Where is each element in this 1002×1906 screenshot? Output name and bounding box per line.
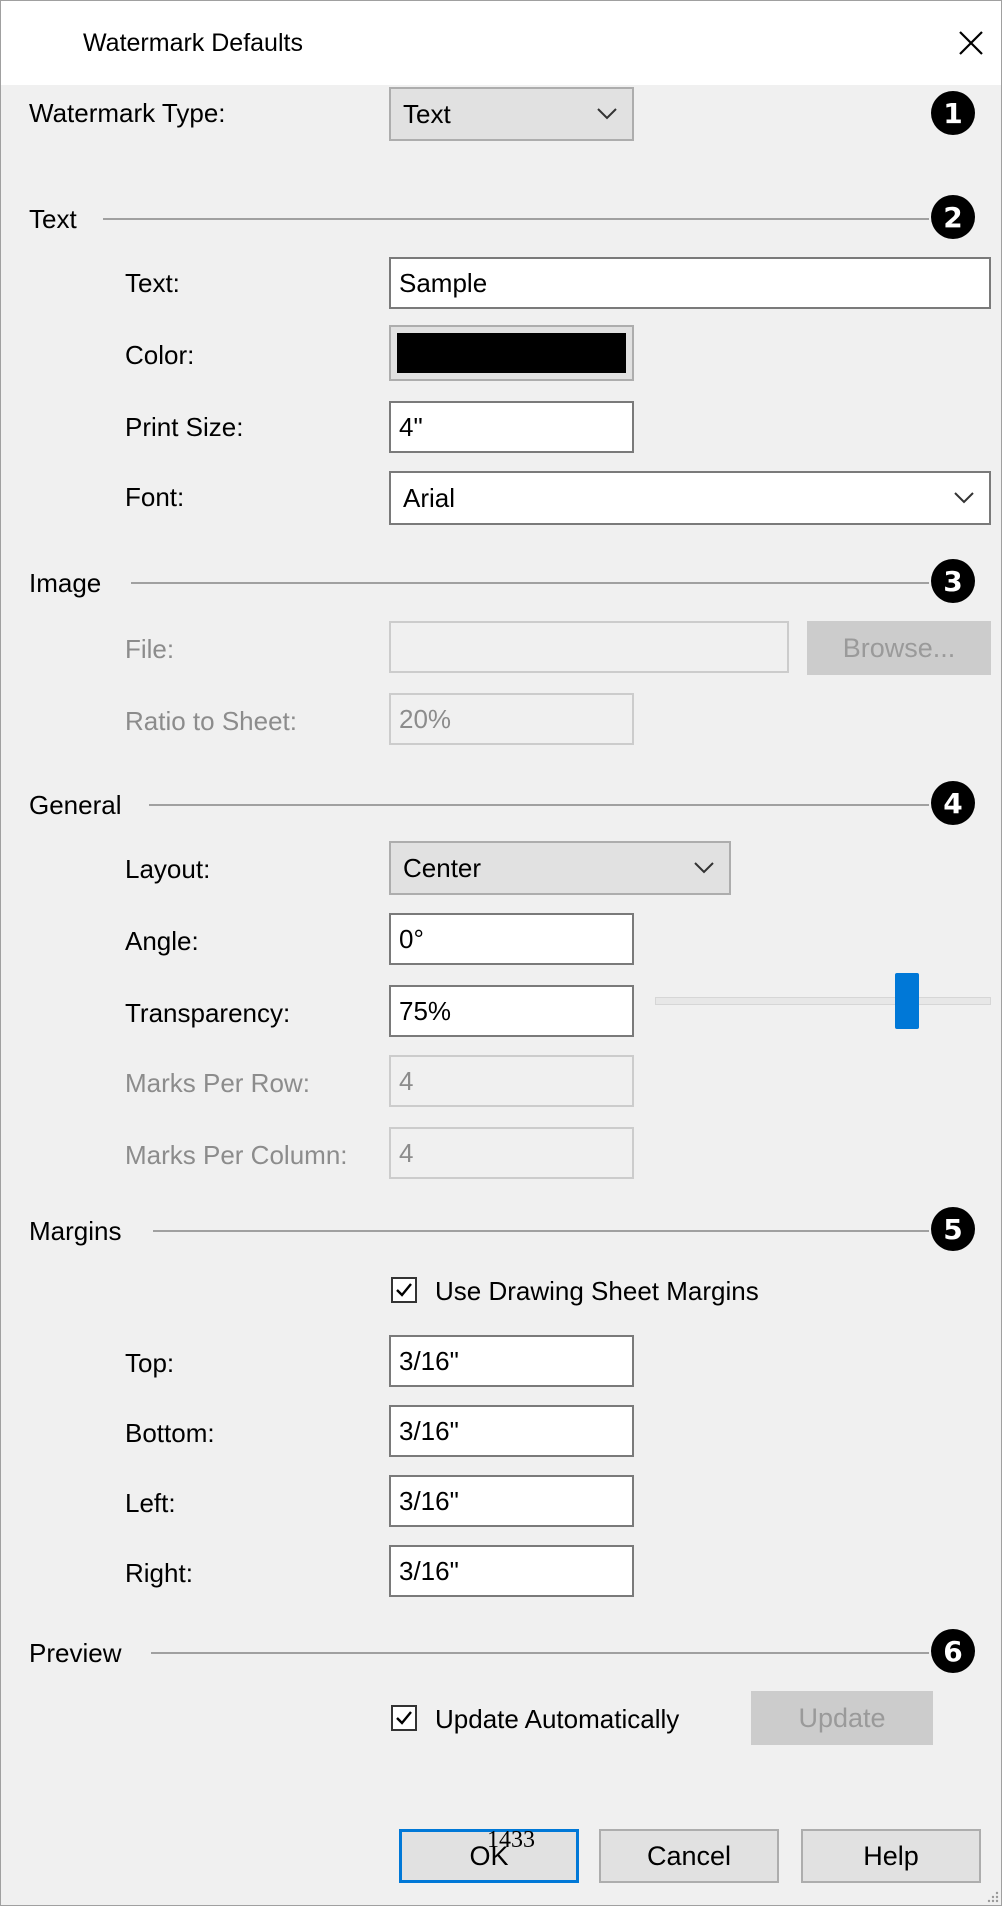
title-bar: Watermark Defaults bbox=[1, 1, 1001, 85]
watermark-type-label: Watermark Type: bbox=[29, 98, 226, 128]
cancel-button[interactable]: Cancel bbox=[599, 1829, 779, 1883]
checkmark-icon bbox=[396, 1711, 412, 1725]
color-label: Color: bbox=[125, 340, 195, 370]
update-automatically-label[interactable]: Update Automatically bbox=[435, 1703, 679, 1735]
update-automatically-checkbox[interactable] bbox=[391, 1705, 417, 1731]
ratio-to-sheet-label: Ratio to Sheet: bbox=[125, 706, 297, 736]
layout-select[interactable]: Center bbox=[389, 841, 731, 895]
layout-value: Center bbox=[403, 853, 482, 883]
ratio-to-sheet-input[interactable]: 20% bbox=[389, 693, 634, 745]
callout-badge-4: 4 bbox=[931, 781, 975, 825]
watermark-defaults-dialog: Watermark Defaults Watermark Type: Text … bbox=[0, 0, 1002, 1906]
section-divider bbox=[153, 1230, 929, 1232]
watermark-type-value: Text bbox=[403, 99, 451, 129]
transparency-label: Transparency: bbox=[125, 998, 291, 1028]
bottom-margin-label: Bottom: bbox=[125, 1418, 215, 1448]
callout-badge-5: 5 bbox=[931, 1207, 975, 1251]
color-swatch bbox=[397, 333, 626, 373]
marks-per-column-input[interactable]: 4 bbox=[389, 1127, 634, 1179]
use-sheet-margins-label[interactable]: Use Drawing Sheet Margins bbox=[435, 1275, 759, 1307]
angle-input[interactable]: 0° bbox=[389, 913, 634, 965]
text-section-heading: Text bbox=[29, 204, 77, 234]
close-icon bbox=[959, 31, 983, 55]
update-button[interactable]: Update bbox=[751, 1691, 933, 1745]
file-label: File: bbox=[125, 634, 175, 664]
help-button[interactable]: Help bbox=[801, 1829, 981, 1883]
right-margin-label: Right: bbox=[125, 1558, 193, 1588]
marks-per-row-input[interactable]: 4 bbox=[389, 1055, 634, 1107]
section-divider bbox=[151, 1652, 929, 1654]
left-margin-input[interactable]: 3/16" bbox=[389, 1475, 634, 1527]
print-size-label: Print Size: bbox=[125, 412, 244, 442]
callout-badge-6: 6 bbox=[931, 1629, 975, 1673]
dialog-title: Watermark Defaults bbox=[83, 29, 303, 57]
chevron-down-icon bbox=[694, 862, 714, 874]
marks-per-row-label: Marks Per Row: bbox=[125, 1068, 310, 1098]
file-input[interactable] bbox=[389, 621, 789, 673]
chevron-down-icon bbox=[954, 492, 974, 504]
transparency-input[interactable]: 75% bbox=[389, 985, 634, 1037]
transparency-slider-track[interactable] bbox=[655, 997, 991, 1005]
bottom-margin-input[interactable]: 3/16" bbox=[389, 1405, 634, 1457]
chevron-down-icon bbox=[597, 108, 617, 120]
callout-badge-3: 3 bbox=[931, 559, 975, 603]
color-picker-button[interactable] bbox=[389, 325, 634, 381]
font-label: Font: bbox=[125, 482, 185, 512]
layout-label: Layout: bbox=[125, 854, 211, 884]
watermark-type-select[interactable]: Text bbox=[389, 87, 634, 141]
margins-section-heading: Margins bbox=[29, 1216, 122, 1246]
text-input[interactable]: Sample bbox=[389, 257, 991, 309]
checkmark-icon bbox=[396, 1283, 412, 1297]
top-margin-input[interactable]: 3/16" bbox=[389, 1335, 634, 1387]
right-margin-input[interactable]: 3/16" bbox=[389, 1545, 634, 1597]
angle-label: Angle: bbox=[125, 926, 199, 956]
top-margin-label: Top: bbox=[125, 1348, 175, 1378]
image-section-heading: Image bbox=[29, 568, 102, 598]
font-select[interactable]: Arial bbox=[389, 471, 991, 525]
print-size-input[interactable]: 4" bbox=[389, 401, 634, 453]
section-divider bbox=[131, 582, 929, 584]
left-margin-label: Left: bbox=[125, 1488, 176, 1518]
marks-per-column-label: Marks Per Column: bbox=[125, 1140, 348, 1170]
callout-badge-2: 2 bbox=[931, 195, 975, 239]
transparency-slider-thumb[interactable] bbox=[895, 973, 919, 1029]
page-number: 1433 bbox=[487, 1827, 535, 1853]
preview-section-heading: Preview bbox=[29, 1638, 122, 1668]
resize-grip-icon[interactable] bbox=[985, 1889, 999, 1903]
general-section-heading: General bbox=[29, 790, 122, 820]
section-divider bbox=[149, 804, 929, 806]
font-value: Arial bbox=[403, 483, 456, 513]
section-divider bbox=[103, 218, 929, 220]
browse-button[interactable]: Browse... bbox=[807, 621, 991, 675]
text-label: Text: bbox=[125, 268, 180, 298]
callout-badge-1: 1 bbox=[931, 91, 975, 135]
close-button[interactable] bbox=[947, 19, 995, 67]
use-sheet-margins-checkbox[interactable] bbox=[391, 1277, 417, 1303]
